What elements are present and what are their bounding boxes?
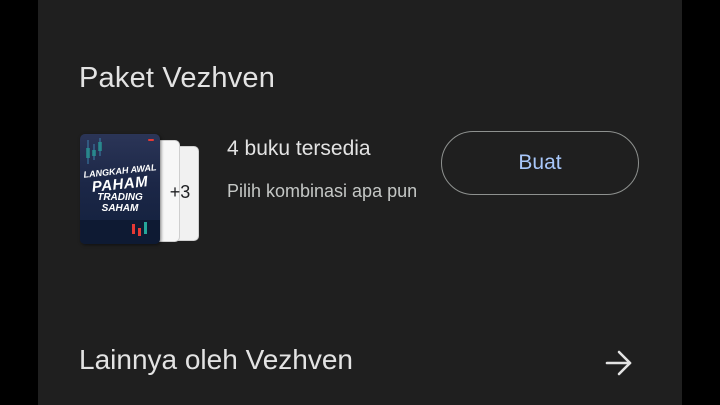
more-by-author-label: Lainnya oleh Vezhven [79, 344, 353, 375]
create-bundle-button[interactable]: Buat [441, 131, 639, 195]
more-by-author-row[interactable]: Lainnya oleh Vezhven [38, 330, 682, 392]
arrow-right-icon[interactable] [604, 348, 634, 378]
cover-line: TRADING [97, 192, 143, 203]
bundle-subtitle: Pilih kombinasi apa pun [227, 181, 418, 201]
cover-line: SAHAM [101, 203, 139, 214]
bundle-title: 4 buku tersedia [227, 137, 371, 160]
bundle-thumbnail[interactable]: +3 LANGKAH AWAL PAHAM TRADING SAHAM [80, 134, 200, 246]
cover-badge [148, 139, 154, 141]
section-title: Paket Vezhven [79, 62, 276, 94]
book-cover: LANGKAH AWAL PAHAM TRADING SAHAM [80, 134, 160, 244]
extra-count-label: +3 [169, 182, 191, 202]
